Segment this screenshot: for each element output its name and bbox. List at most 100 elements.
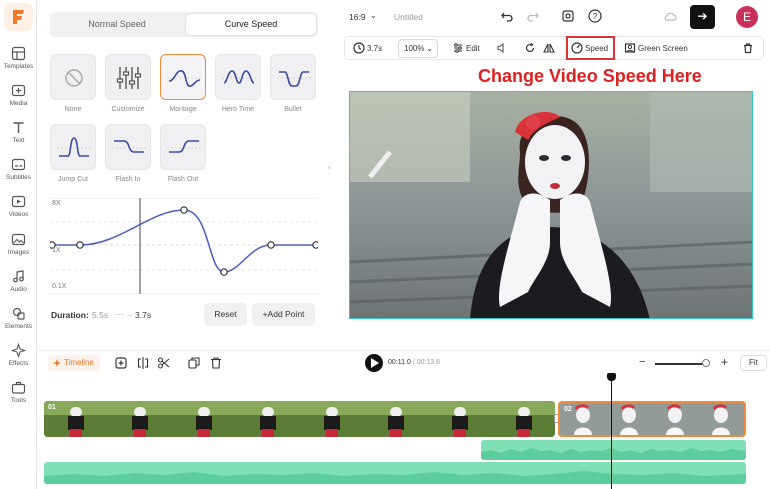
speedometer-icon [571,42,583,54]
preset-flash-in[interactable] [105,124,151,170]
graph-label-mid: 1X [52,247,61,254]
sidebar-item-media[interactable]: Media [0,83,37,117]
sidebar-item-templates[interactable]: Templates [0,46,37,80]
subtitles-icon [11,158,26,171]
clip-duration[interactable]: 3.7s [367,41,382,56]
sidebar-item-label: Subtitles [6,174,31,181]
scissors-icon[interactable] [157,356,171,370]
preset-label: Bullet [284,106,302,113]
sidebar-item-label: Audio [10,286,27,293]
annotation-callout: Change Video Speed Here [478,66,702,86]
zoom-value: 100% [404,44,425,53]
preset-hero-time[interactable] [215,54,261,100]
clip-thumbnails [44,401,555,437]
audio-track-1[interactable] [481,440,746,460]
video-preview[interactable] [349,91,753,319]
zoom-select[interactable]: 100% ⌄ [398,39,438,58]
graph-label-max: 8X [52,200,61,207]
speed-panel: Normal Speed Curve Speed None Customize … [38,0,326,350]
sidebar-item-label: Effects [8,360,29,367]
app-logo[interactable] [4,3,33,31]
audio-track-2[interactable] [44,462,746,484]
trash-icon[interactable] [742,42,754,54]
preset-customize[interactable] [105,54,151,100]
flip-icon[interactable] [543,42,555,54]
sidebar-item-subtitles[interactable]: Subtitles [0,157,37,191]
collapse-panel-handle[interactable]: ‹ [328,162,338,188]
duplicate-icon[interactable] [187,356,201,370]
aspect-ratio-select[interactable]: 16:9 [349,12,366,22]
timeline-zoom-slider[interactable] [655,363,706,365]
screen-capture-icon[interactable] [561,9,575,23]
sidebar-item-label: Templates [3,63,34,70]
green-screen-button[interactable]: Green Screen [638,41,688,56]
preset-jump-cut[interactable] [50,124,96,170]
add-point-button[interactable]: +Add Point [252,303,315,326]
clip-number: 02 [564,406,572,413]
chevron-left-icon: ‹ [328,162,331,172]
preset-label: Jump Cut [58,176,88,183]
zoom-in-button[interactable]: + [721,355,728,369]
cloud-icon[interactable] [663,9,679,23]
tab-curve-speed[interactable]: Curve Speed [186,14,316,35]
sidebar-item-text[interactable]: Text [0,120,37,154]
top-bar: 16:9 ⌄ Untitled ? ➔ E [338,0,770,34]
sidebar-item-videos[interactable]: Videos [0,194,37,228]
flash-in-curve-icon [112,140,146,153]
fit-button[interactable]: Fit [740,355,767,371]
redo-icon[interactable] [526,9,540,23]
zoom-slider-handle[interactable] [702,359,710,367]
preset-label: Customize [111,106,145,113]
help-icon[interactable]: ? [588,9,602,23]
preset-montage[interactable] [160,54,206,100]
preset-flash-out[interactable] [160,124,206,170]
sidebar-item-audio[interactable]: Audio [0,269,37,303]
project-title[interactable]: Untitled [394,12,423,22]
video-clip-2[interactable]: 02 [558,401,746,437]
sidebar-item-elements[interactable]: Elements [0,306,37,340]
timeline-label[interactable]: Timeline [48,355,100,371]
flash-out-curve-icon [167,140,201,153]
playhead[interactable] [611,375,612,489]
sidebar-item-label: Images [7,249,30,256]
edit-button[interactable]: Edit [466,41,480,56]
audio-waveform [481,448,746,460]
preset-bullet[interactable] [270,54,316,100]
total-time: 00:13.6 [416,359,441,366]
volume-icon[interactable] [496,42,508,54]
adjust-icon [454,43,462,53]
play-icon [371,358,379,368]
arrow-right-icon: - - - → [114,309,133,319]
reset-button[interactable]: Reset [204,303,247,326]
clip-toolbar: 3.7s 100% ⌄ Edit Speed Green Screen [344,36,764,60]
add-track-icon[interactable] [114,356,128,370]
audio-icon [13,270,24,283]
speed-button[interactable]: Speed [585,41,608,56]
preset-none[interactable] [50,54,96,100]
tab-normal-speed[interactable]: Normal Speed [52,14,182,35]
video-clip-1[interactable]: 01 [44,401,555,437]
montage-curve-icon [167,70,201,87]
clip-thumbnails [560,403,744,435]
play-button[interactable] [365,354,383,372]
sliders-icon [116,67,142,89]
undo-icon[interactable] [500,9,514,23]
sidebar-item-effects[interactable]: Effects [0,343,37,377]
chevron-down-icon[interactable]: ⌄ [370,11,377,20]
zoom-out-button[interactable]: − [639,356,645,368]
mime-video-frame [350,92,752,318]
images-icon [11,233,26,246]
arrow-right-icon: ➔ [697,9,708,23]
split-icon[interactable] [136,356,150,370]
rotate-icon[interactable] [524,42,536,54]
sidebar-item-images[interactable]: Images [0,232,37,266]
curve-control-points[interactable] [50,198,318,294]
sidebar-item-tools[interactable]: Tools [0,380,37,414]
speed-curve-graph[interactable]: 8X 1X 0.1X [50,197,318,295]
trash-icon[interactable] [209,356,223,370]
preset-label: Hero Time [221,106,255,113]
templates-icon [11,46,26,61]
avatar[interactable]: E [736,6,758,28]
effects-icon [11,343,26,358]
export-button[interactable]: ➔ [690,5,715,29]
